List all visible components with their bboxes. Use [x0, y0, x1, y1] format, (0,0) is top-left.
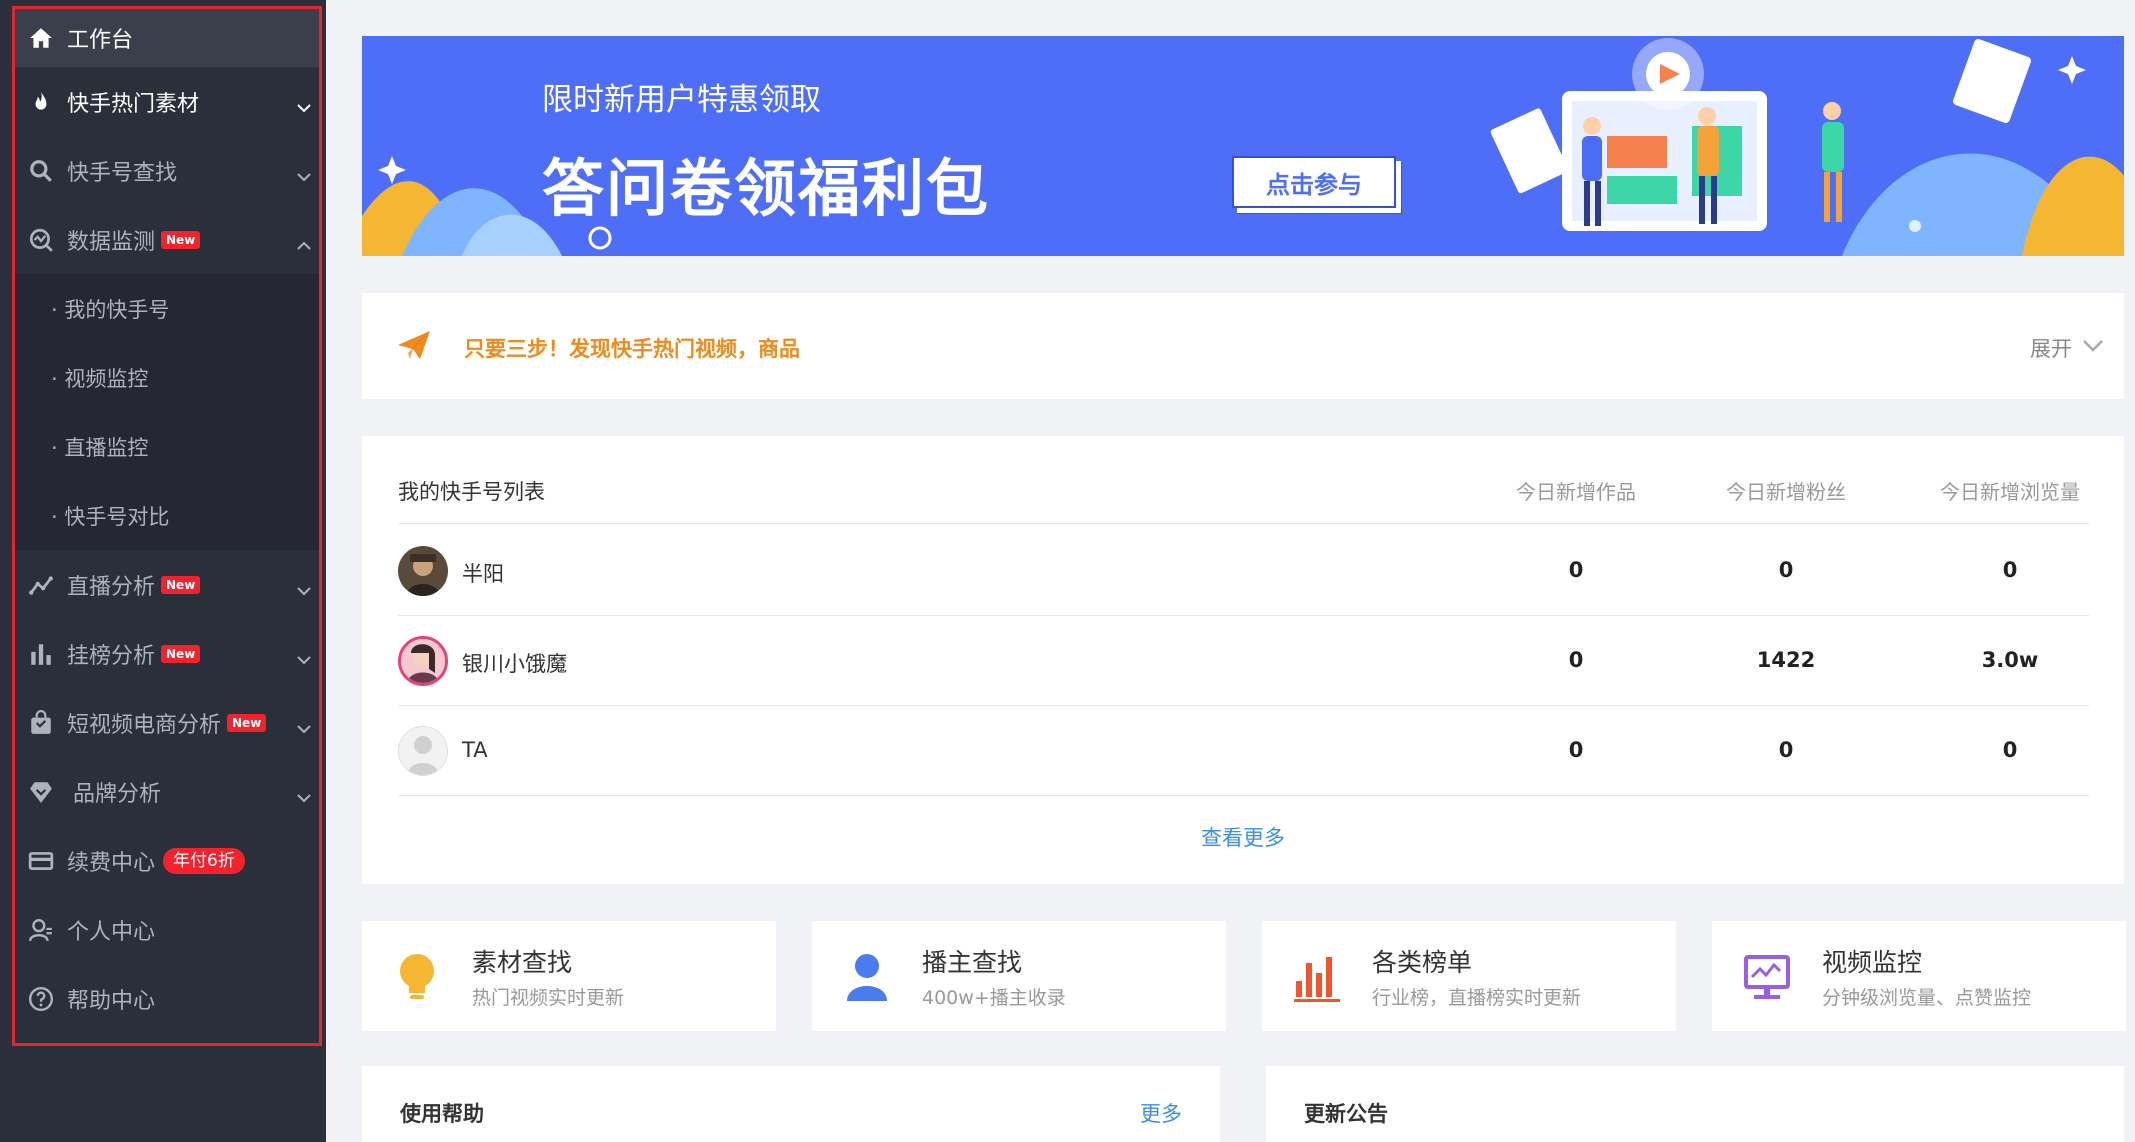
account-list-panel: 我的快手号列表 今日新增作品 今日新增粉丝 今日新增浏览量 半阳 0 0 0 银…	[362, 436, 2124, 884]
table-row[interactable]: TA 0 0 0	[398, 706, 2089, 796]
monitor-screen-icon	[1744, 955, 1790, 999]
lightbulb-icon	[400, 954, 434, 999]
column-header-new-fans: 今日新增粉丝	[1726, 480, 1846, 504]
feature-description: 行业榜，直播榜实时更新	[1372, 987, 1582, 1009]
main-content: 限时新用户特惠领取 答问卷领福利包 点击参与 只要三步！发现快手热门视频，商品 …	[362, 36, 2126, 1142]
new-fans-value: 1422	[1756, 648, 1816, 672]
feature-description: 400w+播主收录	[922, 987, 1066, 1009]
feature-description: 热门视频实时更新	[472, 987, 625, 1009]
feature-card-streamer-search[interactable]: 播主查找 400w+播主收录	[812, 921, 1226, 1031]
new-fans-value: 0	[1778, 558, 1794, 582]
avatar	[398, 546, 448, 596]
account-list-header: 我的快手号列表 今日新增作品 今日新增粉丝 今日新增浏览量	[398, 468, 2089, 524]
new-works-value: 0	[1568, 558, 1584, 582]
feature-description: 分钟级浏览量、点赞监控	[1822, 987, 2032, 1009]
view-more-link[interactable]: 查看更多	[362, 822, 2124, 852]
column-header-new-views: 今日新增浏览量	[1940, 480, 2080, 504]
steps-panel: 只要三步！发现快手热门视频，商品 展开	[362, 293, 2124, 399]
promo-banner[interactable]: 限时新用户特惠领取 答问卷领福利包 点击参与	[362, 36, 2124, 256]
new-views-value: 3.0w	[1981, 648, 2039, 672]
new-views-value: 0	[2002, 558, 2018, 582]
feature-title: 视频监控	[1822, 948, 1923, 977]
steps-text: 只要三步！发现快手热门视频，商品	[464, 337, 800, 361]
feature-title: 各类榜单	[1372, 948, 1473, 977]
banner-subtitle: 限时新用户特惠领取	[542, 82, 821, 118]
table-row[interactable]: 银川小饿魔 0 1422 3.0w	[398, 616, 2089, 706]
paper-plane-icon	[398, 331, 430, 359]
avatar	[398, 726, 448, 776]
account-name[interactable]: 银川小饿魔	[462, 648, 567, 678]
account-name[interactable]: TA	[462, 738, 488, 762]
account-name[interactable]: 半阳	[462, 558, 504, 588]
table-row[interactable]: 半阳 0 0 0	[398, 526, 2089, 616]
feature-title: 素材查找	[472, 948, 573, 977]
new-works-value: 0	[1568, 648, 1584, 672]
feature-title: 播主查找	[922, 948, 1023, 977]
feature-card-rankings[interactable]: 各类榜单 行业榜，直播榜实时更新	[1262, 921, 1676, 1031]
expand-button[interactable]: 展开	[2030, 333, 2072, 363]
help-more-link[interactable]: 更多	[1140, 1098, 1182, 1128]
banner-title: 答问卷领福利包	[542, 152, 991, 225]
help-title: 使用帮助	[400, 1102, 484, 1126]
person-icon	[847, 954, 887, 1001]
column-header-new-works: 今日新增作品	[1516, 480, 1636, 504]
chevron-down-icon[interactable]	[2082, 339, 2104, 353]
avatar	[398, 636, 448, 686]
notice-title: 更新公告	[1304, 1102, 1388, 1126]
feature-card-video-monitor[interactable]: 视频监控 分钟级浏览量、点赞监控	[1712, 921, 2126, 1031]
new-views-value: 0	[2002, 738, 2018, 762]
sidebar: 工作台 快手热门素材 快手号查找 数据监测 New · 我的快手号 · 视频监控…	[0, 0, 326, 1142]
feature-card-material-search[interactable]: 素材查找 热门视频实时更新	[362, 921, 776, 1031]
sidebar-highlight-frame	[12, 6, 322, 1046]
notice-panel: 更新公告	[1266, 1066, 2124, 1142]
new-works-value: 0	[1568, 738, 1584, 762]
bar-chart-icon	[1294, 957, 1340, 1002]
banner-participate-button[interactable]: 点击参与	[1232, 156, 1396, 208]
new-fans-value: 0	[1778, 738, 1794, 762]
account-list-title: 我的快手号列表	[398, 480, 545, 504]
help-panel: 使用帮助 更多	[362, 1066, 1220, 1142]
